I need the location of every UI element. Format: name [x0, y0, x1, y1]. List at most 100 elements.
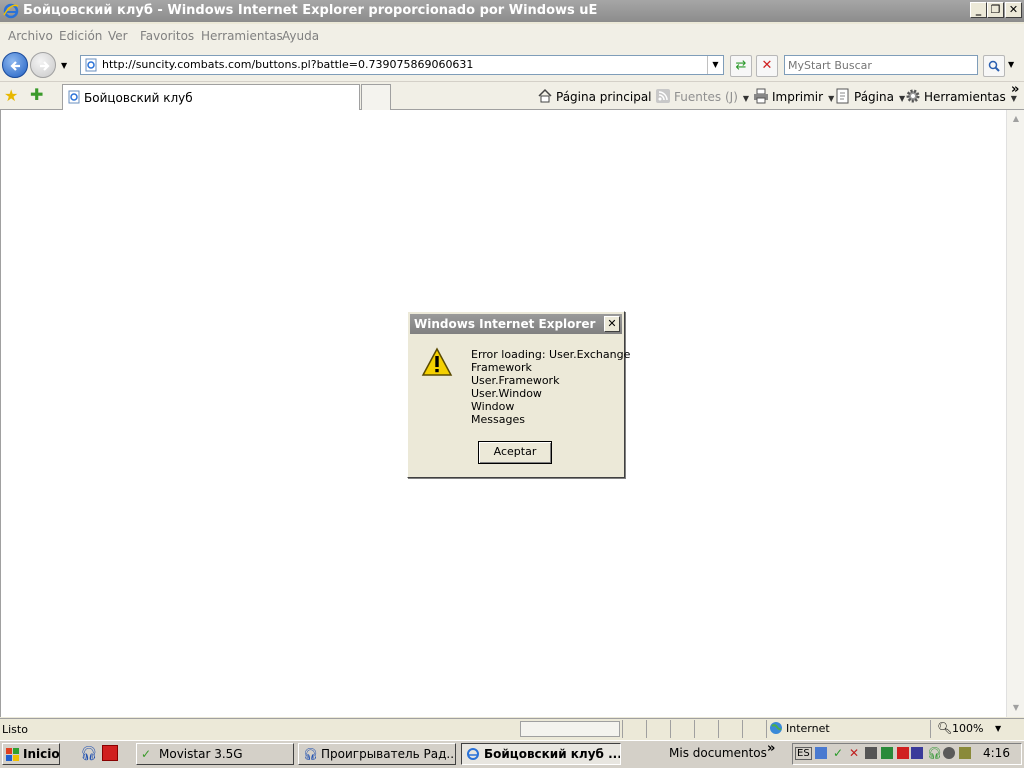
address-field[interactable]: http://suncity.combats.com/buttons.pl?ba… — [80, 55, 724, 75]
menu-bar: Archivo Edición Ver Favoritos Herramient… — [0, 24, 1024, 48]
page-label: Página — [854, 90, 894, 104]
menu-ayuda[interactable]: Ayuda — [282, 29, 319, 43]
new-tab-button[interactable] — [361, 84, 391, 110]
zoom-dropdown-icon[interactable]: ▼ — [995, 724, 1001, 733]
scroll-down-icon[interactable]: ▼ — [1008, 700, 1024, 716]
message-line: User.Window — [471, 387, 542, 400]
page-menu-icon — [835, 88, 851, 104]
stop-button[interactable]: ✕ — [756, 55, 778, 77]
tools-button[interactable]: Herramientas ▼ — [905, 88, 1017, 104]
more-commands-icon[interactable]: » — [1011, 82, 1019, 97]
windows-logo-icon — [6, 748, 20, 765]
task-browser[interactable]: Бойцовский клуб ... — [461, 743, 621, 765]
back-arrow-icon — [10, 61, 20, 71]
menu-edicion[interactable]: Edición — [59, 29, 102, 43]
task-label: Movistar 3.5G — [159, 747, 243, 761]
clock: 4:16 — [983, 746, 1010, 760]
disconnected-icon[interactable]: ✕ — [849, 746, 859, 760]
menu-archivo[interactable]: Archivo — [8, 29, 53, 43]
search-button[interactable] — [983, 55, 1005, 77]
quicklaunch-app-icon[interactable] — [102, 745, 118, 761]
status-text: Listo — [2, 723, 28, 736]
task-movistar[interactable]: ✓ Movistar 3.5G — [136, 743, 294, 765]
restore-button[interactable]: ❐ — [987, 2, 1004, 18]
forward-arrow-icon — [40, 61, 50, 71]
zoom-level[interactable]: 100% — [952, 722, 983, 735]
print-label: Imprimir — [772, 90, 824, 104]
task-radio-player[interactable]: 🎧︎ Проигрыватель Рад... — [298, 743, 456, 765]
update-icon[interactable] — [959, 747, 971, 759]
message-line: Framework — [471, 361, 532, 374]
print-button[interactable]: Imprimir ▼ — [753, 88, 834, 104]
movistar-tray-icon[interactable]: ✓ — [833, 746, 843, 760]
refresh-button[interactable]: ⇄ — [730, 55, 752, 77]
player-headphones-icon: 🎧︎ — [303, 747, 319, 761]
status-divider — [930, 720, 931, 738]
start-button[interactable]: Inicio — [2, 743, 60, 765]
menu-favoritos[interactable]: Favoritos — [140, 29, 194, 43]
dialog-message: Error loading: User.Exchange Framework U… — [471, 348, 630, 426]
forward-button[interactable] — [30, 52, 56, 78]
tray-headphones-icon[interactable]: 🎧︎ — [927, 746, 942, 760]
refresh-icon: ⇄ — [735, 58, 747, 73]
search-input[interactable] — [784, 55, 978, 75]
menu-herramientas[interactable]: Herramientas — [201, 29, 283, 43]
favorites-star-icon[interactable]: ★ — [4, 86, 18, 105]
network-icon[interactable] — [815, 747, 827, 759]
history-dropdown-icon[interactable]: ▼ — [61, 61, 67, 70]
headphones-icon[interactable]: 🎧︎ — [80, 746, 98, 762]
status-divider — [622, 720, 623, 738]
home-icon — [537, 88, 553, 104]
globe-icon — [769, 721, 783, 738]
gear-icon — [905, 88, 921, 104]
tab-label: Бойцовский клуб — [84, 91, 193, 105]
mis-documentos-toolbar[interactable]: Mis documentos — [669, 746, 767, 760]
status-divider — [694, 720, 695, 738]
language-icon[interactable]: ES — [795, 747, 812, 760]
printer-icon — [753, 88, 769, 104]
progress-bar — [520, 721, 620, 737]
start-label: Inicio — [23, 747, 60, 761]
status-divider — [766, 720, 767, 738]
minimize-button[interactable]: _ — [970, 2, 987, 18]
title-bar: Бойцовский клуб - Windows Internet Explo… — [0, 0, 1024, 22]
stop-icon: ✕ — [761, 58, 773, 73]
scroll-up-icon[interactable]: ▲ — [1008, 111, 1024, 127]
feeds-button[interactable]: Fuentes (J) ▼ — [655, 88, 749, 104]
dialog-title: Windows Internet Explorer — [410, 314, 622, 334]
print-dropdown-icon[interactable]: ▼ — [828, 94, 834, 103]
tab-active[interactable]: Бойцовский клуб — [62, 84, 360, 110]
back-button[interactable] — [2, 52, 28, 78]
device-icon[interactable] — [865, 747, 877, 759]
feeds-dropdown-icon[interactable]: ▼ — [743, 94, 749, 103]
status-divider — [718, 720, 719, 738]
error-dialog: Windows Internet Explorer ✕ Error loadin… — [407, 311, 630, 478]
page-button[interactable]: Página ▼ — [835, 88, 905, 104]
security-icon[interactable] — [897, 747, 909, 759]
search-options-icon[interactable]: ▼ — [1008, 60, 1014, 69]
movistar-icon: ✓ — [141, 747, 152, 761]
tools-label: Herramientas — [924, 90, 1006, 104]
toolbar-more-icon[interactable]: » — [767, 741, 775, 756]
dialog-close-button[interactable]: ✕ — [604, 316, 620, 332]
home-button[interactable]: Página principal▼ — [537, 88, 663, 104]
add-favorite-icon[interactable]: ✚ — [30, 85, 43, 104]
home-label: Página principal — [556, 90, 652, 104]
address-dropdown-icon[interactable]: ▼ — [707, 56, 723, 74]
vertical-scrollbar[interactable]: ▲ ▼ — [1006, 110, 1024, 717]
ie-logo-icon — [3, 3, 19, 23]
feeds-icon — [655, 88, 671, 104]
menu-ver[interactable]: Ver — [108, 29, 128, 43]
status-divider — [646, 720, 647, 738]
app-tray-icon-2[interactable] — [911, 747, 923, 759]
aceptar-button[interactable]: Aceptar — [478, 441, 552, 464]
search-icon — [988, 60, 1000, 72]
task-label: Проигрыватель Рад... — [321, 747, 456, 761]
volume-icon[interactable] — [943, 747, 955, 759]
tab-ie-icon — [67, 90, 81, 107]
address-url: http://suncity.combats.com/buttons.pl?ba… — [102, 58, 474, 71]
app-tray-icon[interactable] — [881, 747, 893, 759]
task-ie-icon — [466, 747, 480, 764]
close-button[interactable]: ✕ — [1005, 2, 1022, 18]
window-title: Бойцовский клуб - Windows Internet Explo… — [23, 3, 598, 18]
